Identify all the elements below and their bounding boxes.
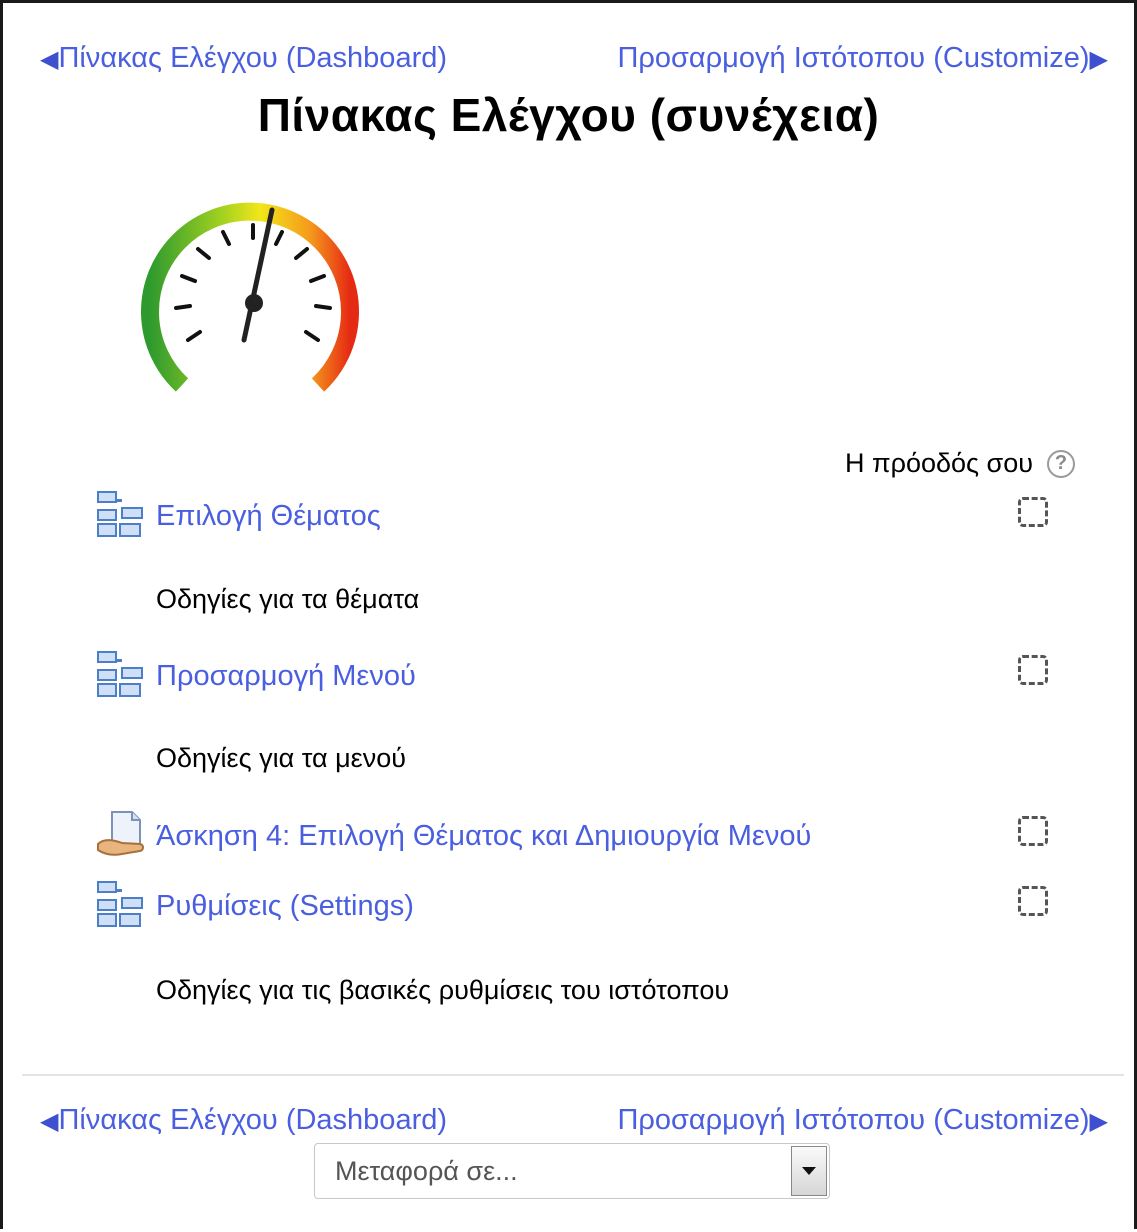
activity-link[interactable]: Επιλογή Θέματος [156, 500, 381, 533]
speedometer-image [141, 202, 359, 392]
completion-checkbox[interactable] [1018, 816, 1048, 846]
prev-activity-link[interactable]: ◀Πίνακας Ελέγχου (Dashboard) [40, 42, 447, 75]
divider [22, 1074, 1124, 1076]
top-navigation: ◀Πίνακας Ελέγχου (Dashboard) Προσαρμογή … [40, 42, 1108, 76]
progress-header-label: Η πρόοδός σου [844, 448, 1033, 478]
activity-item: Επιλογή Θέματος [96, 490, 1096, 544]
prev-activity-link[interactable]: ◀Πίνακας Ελέγχου (Dashboard) [40, 1104, 447, 1137]
activity-description: Οδηγίες για τις βασικές ρυθμίσεις του ισ… [156, 975, 730, 1005]
chevron-down-icon [802, 1167, 816, 1175]
activity-item: Προσαρμογή Μενού [96, 650, 1096, 704]
next-activity-label: Προσαρμογή Ιστότοπου (Customize) [617, 42, 1090, 74]
prev-activity-label: Πίνακας Ελέγχου (Dashboard) [58, 42, 448, 74]
assignment-hand-icon [97, 811, 144, 856]
triangle-right-icon: ▶ [1089, 1108, 1108, 1135]
next-activity-link[interactable]: Προσαρμογή Ιστότοπου (Customize)▶ [617, 1104, 1108, 1137]
next-activity-label: Προσαρμογή Ιστότοπου (Customize) [617, 1104, 1090, 1136]
activity-link[interactable]: Ρυθμίσεις (Settings) [156, 890, 414, 923]
activity-link[interactable]: Άσκηση 4: Επιλογή Θέματος και Δημιουργία… [156, 820, 811, 853]
completion-checkbox[interactable] [1018, 886, 1048, 916]
page-title: Πίνακας Ελέγχου (συνέχεια) [257, 89, 880, 141]
dropdown-button[interactable] [791, 1146, 827, 1196]
next-activity-link[interactable]: Προσαρμογή Ιστότοπου (Customize)▶ [617, 42, 1108, 75]
triangle-left-icon: ◀ [40, 46, 59, 73]
question-circle-icon[interactable]: ? [1047, 449, 1075, 478]
triangle-right-icon: ▶ [1089, 46, 1108, 73]
activity-item: Ρυθμίσεις (Settings) [96, 880, 1096, 934]
prev-activity-label: Πίνακας Ελέγχου (Dashboard) [58, 1104, 448, 1136]
page-structure-icon [97, 881, 143, 927]
triangle-left-icon: ◀ [40, 1108, 59, 1135]
bottom-navigation: ◀Πίνακας Ελέγχου (Dashboard) Προσαρμογή … [40, 1104, 1108, 1138]
activity-link[interactable]: Προσαρμογή Μενού [156, 660, 416, 693]
page-structure-icon [97, 651, 143, 697]
completion-checkbox[interactable] [1018, 655, 1048, 685]
jump-to-select[interactable]: Μεταφορά σε... [314, 1143, 830, 1199]
progress-header: Η πρόοδός σου ? [845, 448, 1075, 479]
completion-checkbox[interactable] [1018, 497, 1048, 527]
activity-item: Άσκηση 4: Επιλογή Θέματος και Δημιουργία… [96, 810, 1096, 864]
jump-to-value: Μεταφορά σε... [335, 1156, 518, 1186]
activity-description: Οδηγίες για τα θέματα [156, 584, 420, 614]
page-structure-icon [97, 491, 143, 537]
activity-description: Οδηγίες για τα μενού [156, 743, 406, 773]
